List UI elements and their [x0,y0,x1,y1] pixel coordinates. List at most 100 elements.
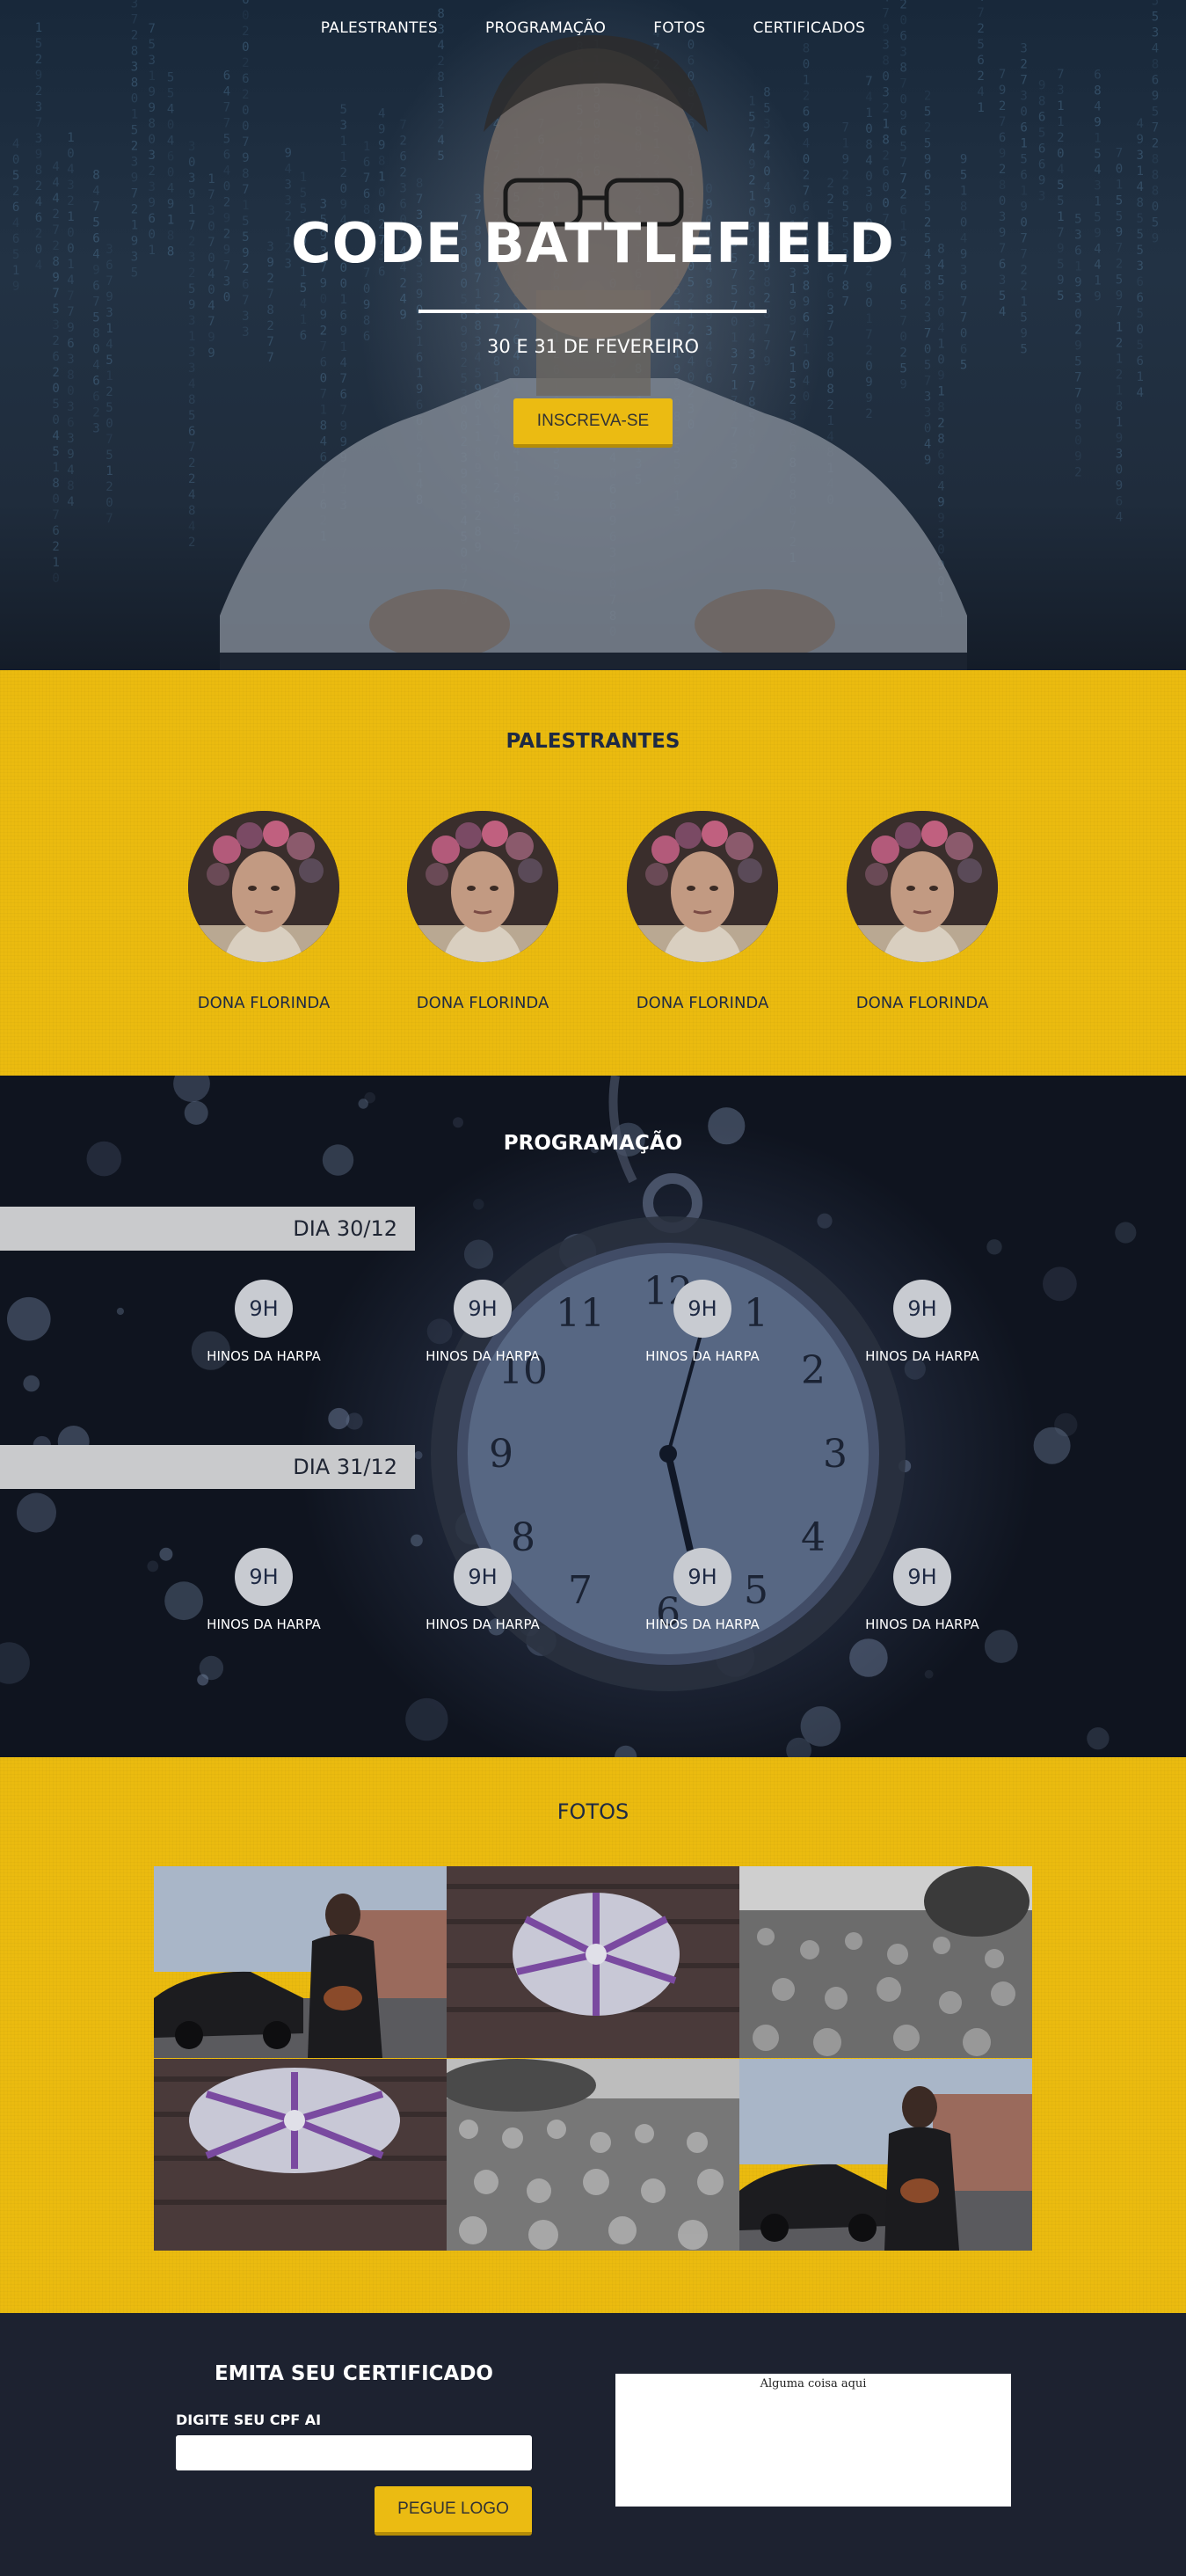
certificate-section: EMITA SEU CERTIFICADO DIGITE SEU CPF AI … [0,2313,1186,2576]
svg-text:5: 5 [1094,148,1101,162]
svg-text:6: 6 [1038,142,1045,156]
svg-text:9: 9 [188,187,195,201]
svg-text:6: 6 [67,416,74,430]
svg-text:7: 7 [977,6,984,20]
gallery-photo[interactable] [154,1866,447,2058]
gallery-photo[interactable] [154,2059,447,2251]
svg-text:2: 2 [92,405,99,420]
nav-link-palestrantes[interactable]: PALESTRANTES [321,19,438,37]
svg-text:2: 2 [999,163,1006,177]
svg-text:2: 2 [1020,58,1027,72]
signup-button[interactable]: INSCREVA-SE [513,398,673,448]
speaker-card[interactable]: DONA FLORINDA [373,811,593,1012]
svg-text:8: 8 [92,168,99,182]
svg-text:4: 4 [12,137,19,151]
svg-text:5: 5 [131,124,138,138]
svg-text:1: 1 [1116,179,1123,193]
speaker-card[interactable]: DONA FLORINDA [593,811,812,1012]
svg-text:6: 6 [1152,74,1159,88]
svg-text:0: 0 [149,133,156,147]
speaker-name: DONA FLORINDA [416,994,549,1012]
hero-title: CODE BATTLEFIELD [291,211,895,275]
schedule-slot: 9H HINOS DA HARPA [373,1548,593,1632]
svg-text:2: 2 [106,480,113,494]
svg-text:0: 0 [106,496,113,510]
svg-text:6: 6 [977,54,984,68]
svg-text:1: 1 [131,108,138,122]
svg-text:6: 6 [92,374,99,388]
svg-text:2: 2 [35,84,42,99]
svg-text:3: 3 [149,54,156,68]
speaker-card[interactable]: DONA FLORINDA [812,811,1032,1012]
svg-text:0: 0 [12,153,19,167]
schedule-slot: 9H HINOS DA HARPA [593,1548,812,1632]
svg-text:0: 0 [1116,463,1123,478]
svg-text:9: 9 [1094,290,1101,304]
svg-text:7: 7 [1152,121,1159,135]
speaker-card[interactable]: DONA FLORINDA [154,811,374,1012]
svg-text:9: 9 [35,69,42,83]
svg-text:5: 5 [1137,307,1144,321]
schedule-slot: 9H HINOS DA HARPA [373,1280,593,1364]
svg-text:6: 6 [1020,121,1027,135]
svg-text:5: 5 [1057,179,1064,193]
svg-text:2: 2 [1152,137,1159,151]
svg-text:0: 0 [167,166,174,180]
svg-text:4: 4 [1057,163,1064,177]
svg-text:3: 3 [67,432,74,446]
svg-text:8: 8 [52,477,59,491]
gallery-photo[interactable] [447,1866,739,2058]
svg-text:1: 1 [1137,370,1144,384]
gallery-photo[interactable] [739,1866,1032,2058]
svg-text:2: 2 [52,540,59,554]
svg-text:9: 9 [67,321,74,335]
svg-text:9: 9 [1038,173,1045,187]
svg-text:2: 2 [12,185,19,199]
speaker-avatar [627,811,778,962]
svg-text:3: 3 [188,171,195,186]
svg-text:2: 2 [1116,369,1123,383]
svg-text:7: 7 [106,433,113,447]
svg-text:0: 0 [1020,106,1027,120]
svg-text:4: 4 [52,429,59,443]
gallery-photo[interactable] [739,2059,1032,2251]
svg-text:9: 9 [131,171,138,186]
slot-hour: 9H [235,1280,293,1338]
svg-text:0: 0 [67,147,74,161]
svg-text:3: 3 [1116,448,1123,462]
svg-text:8: 8 [67,479,74,493]
svg-text:8: 8 [999,179,1006,193]
svg-text:1: 1 [106,464,113,478]
slot-talk: HINOS DA HARPA [207,1616,321,1632]
hero-person-photo [220,35,967,670]
svg-text:6: 6 [92,279,99,293]
svg-text:1: 1 [1020,185,1027,199]
svg-text:5: 5 [1020,153,1027,167]
svg-text:5: 5 [1152,0,1159,9]
nav-link-certificados[interactable]: CERTIFICADOS [753,19,865,37]
svg-text:9: 9 [167,198,174,212]
svg-text:4: 4 [1137,117,1144,131]
svg-text:8: 8 [1116,400,1123,414]
nav-link-programacao[interactable]: PROGRAMAÇÃO [485,19,606,37]
cpf-input[interactable] [176,2435,532,2470]
cpf-label: DIGITE SEU CPF AI [176,2412,322,2428]
svg-text:7: 7 [106,512,113,526]
svg-text:0: 0 [1116,163,1123,177]
svg-text:2: 2 [188,472,195,486]
svg-text:3: 3 [188,361,195,376]
svg-text:4: 4 [1137,180,1144,194]
svg-text:0: 0 [52,413,59,427]
svg-text:1: 1 [1057,115,1064,129]
svg-text:3: 3 [35,132,42,146]
svg-text:0: 0 [67,384,74,398]
svg-text:7: 7 [1074,371,1081,385]
gallery-photo[interactable] [447,2059,739,2251]
nav-link-fotos[interactable]: FOTOS [653,19,705,37]
get-certificate-button[interactable]: PEGUE LOGO [375,2486,532,2536]
svg-text:5: 5 [149,38,156,52]
svg-text:3: 3 [1074,292,1081,306]
svg-text:9: 9 [188,298,195,312]
day-label: DIA 31/12 [0,1445,415,1489]
svg-text:9: 9 [489,1432,513,1477]
